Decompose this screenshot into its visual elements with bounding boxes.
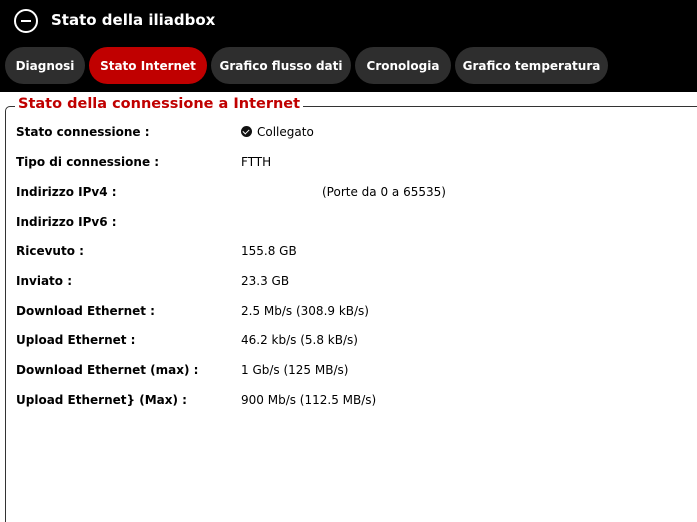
field-label: Tipo di connessione : — [16, 155, 160, 169]
row-ipv4: Indirizzo IPv4 : (Porte da 0 a 65535) — [0, 183, 697, 203]
field-label: Download Ethernet (max) : — [16, 363, 199, 377]
tab-diagnosi[interactable]: Diagnosi — [5, 47, 85, 84]
field-value: 2.5 Mb/s (308.9 kB/s) — [241, 304, 369, 318]
field-value: 23.3 GB — [241, 274, 290, 288]
row-inviato: Inviato : 23.3 GB — [0, 272, 697, 292]
field-label: Indirizzo IPv6 : — [16, 215, 117, 229]
row-download-ethernet-max: Download Ethernet (max) : 1 Gb/s (125 MB… — [0, 361, 697, 381]
title-bar: Stato della iliadbox — [0, 0, 697, 44]
tab-bar: Diagnosi Stato Internet Grafico flusso d… — [0, 44, 697, 92]
tab-grafico-flusso-dati[interactable]: Grafico flusso dati — [211, 47, 351, 84]
main-content: Stato della connessione a Internet Stato… — [0, 92, 697, 522]
collapse-icon[interactable] — [14, 9, 38, 33]
connection-status-value: Collegato — [257, 125, 314, 139]
field-label: Stato connessione : — [16, 125, 150, 139]
row-tipo-connessione: Tipo di connessione : FTTH — [0, 153, 697, 173]
row-upload-ethernet-max: Upload Ethernet} (Max) : 900 Mb/s (112.5… — [0, 391, 697, 411]
row-stato-connessione: Stato connessione : Collegato — [0, 123, 697, 143]
field-value: FTTH — [241, 155, 272, 169]
field-label: Upload Ethernet} (Max) : — [16, 393, 187, 407]
field-label: Indirizzo IPv4 : — [16, 185, 117, 199]
row-download-ethernet: Download Ethernet : 2.5 Mb/s (308.9 kB/s… — [0, 302, 697, 322]
field-value: 155.8 GB — [241, 244, 297, 258]
check-circle-icon — [241, 126, 252, 137]
field-value: 46.2 kb/s (5.8 kB/s) — [241, 333, 358, 347]
field-value: Collegato — [241, 125, 314, 139]
field-label: Upload Ethernet : — [16, 333, 136, 347]
tab-cronologia[interactable]: Cronologia — [355, 47, 451, 84]
field-value: 1 Gb/s (125 MB/s) — [241, 363, 349, 377]
tab-stato-internet[interactable]: Stato Internet — [89, 47, 207, 84]
row-upload-ethernet: Upload Ethernet : 46.2 kb/s (5.8 kB/s) — [0, 331, 697, 351]
field-label: Inviato : — [16, 274, 72, 288]
row-ricevuto: Ricevuto : 155.8 GB — [0, 242, 697, 262]
section-title: Stato della connessione a Internet — [15, 96, 304, 112]
tab-grafico-temperatura[interactable]: Grafico temperatura — [455, 47, 608, 84]
port-range-note: (Porte da 0 a 65535) — [322, 185, 446, 199]
field-label: Download Ethernet : — [16, 304, 155, 318]
field-value: 900 Mb/s (112.5 MB/s) — [241, 393, 377, 407]
row-ipv6: Indirizzo IPv6 : — [0, 213, 697, 233]
field-label: Ricevuto : — [16, 244, 84, 258]
page-title: Stato della iliadbox — [51, 11, 216, 29]
